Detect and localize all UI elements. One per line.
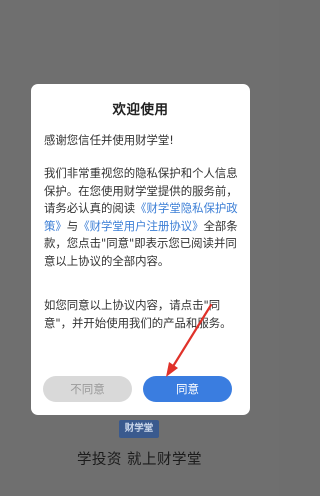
app-tagline: 学投资 就上财学堂 (76, 452, 203, 468)
dialog-title: 欢迎使用 (112, 102, 169, 118)
conjunction-text: 与 (66, 218, 79, 233)
app-logo: 财学堂 (119, 420, 159, 438)
agree-note-text: 如您同意以上协议内容，请点击"同意"，并开始使用我们的产品和服务。 (44, 298, 232, 330)
user-agreement-link[interactable]: 《财学堂用户注册协议》 (78, 219, 203, 233)
greeting-text: 感谢您信任并使用财学堂! (44, 133, 174, 147)
disagree-button[interactable]: 不同意 (43, 376, 132, 402)
privacy-consent-dialog: 欢迎使用 感谢您信任并使用财学堂! 我们非常重视您的隐私保护和个人信息保护。在您… (31, 84, 250, 415)
agree-button[interactable]: 同意 (143, 376, 232, 402)
policy-paragraph: 我们非常重视您的隐私保护和个人信息保护。在您使用财学堂提供的服务前，请务必认真的… (44, 165, 244, 270)
